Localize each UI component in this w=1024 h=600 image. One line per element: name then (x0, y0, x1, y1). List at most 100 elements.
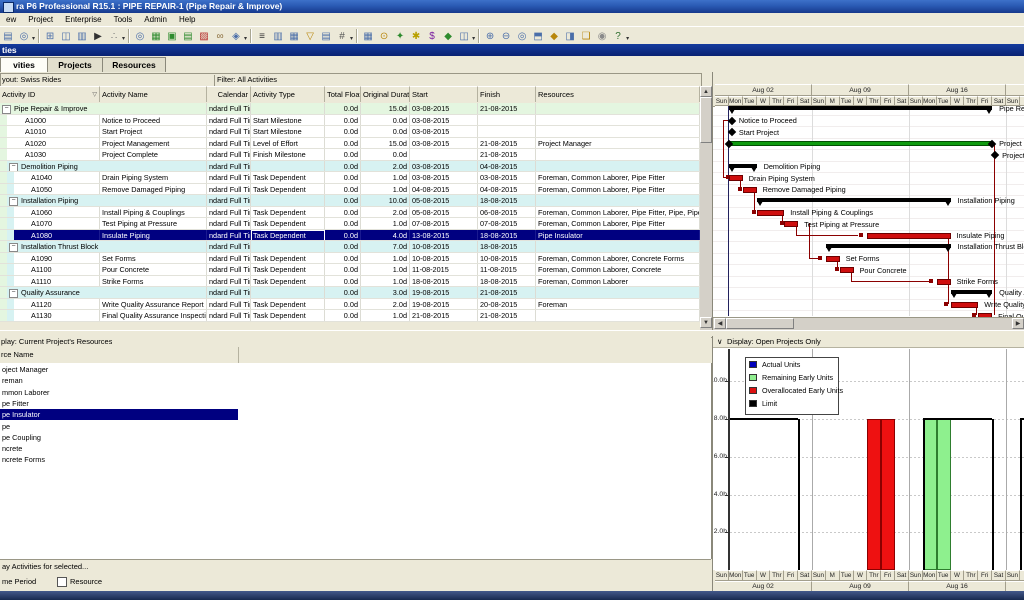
timescale-week[interactable]: Aug 02 (715, 581, 812, 591)
table-font-icon[interactable]: ▦ (287, 29, 302, 44)
histogram-bar[interactable] (881, 419, 895, 570)
table-row[interactable]: A1110Strike Formsndard Full TimeTask Dep… (0, 276, 700, 288)
link-activities-icon[interactable]: ∞ (213, 29, 228, 44)
resource-row[interactable]: reman (0, 375, 712, 386)
bars-icon[interactable]: ≡ (255, 29, 270, 44)
milestone-diamond-icon[interactable] (991, 151, 999, 159)
table-row[interactable]: Installation Thrust Blockndard Full Time… (0, 241, 700, 253)
table-row[interactable]: A1030Project Completendard Full TimeFini… (0, 149, 700, 161)
timescale-day[interactable]: Tue (743, 570, 757, 581)
gantt-task-bar[interactable] (743, 187, 757, 193)
column-header-finish[interactable]: Finish (478, 86, 536, 102)
menu-admin[interactable]: Admin (138, 15, 173, 24)
filter-icon[interactable]: ▽ (303, 29, 318, 44)
table-row[interactable]: A1000Notice to Proceedndard Full TimeSta… (0, 115, 700, 127)
table-row[interactable]: A1130Final Quality Assurance Inspectionn… (0, 310, 700, 322)
reports-icon[interactable]: ▤ (181, 29, 196, 44)
timescale-day[interactable]: Mon (729, 570, 743, 581)
menu-help[interactable]: Help (173, 15, 201, 24)
scroll-down-icon[interactable]: ▼ (700, 317, 712, 328)
timescale-day[interactable]: Sat (895, 96, 909, 106)
schedule-icon[interactable]: ▦ (361, 29, 376, 44)
expand-all-icon[interactable]: ◆ (547, 29, 562, 44)
columns-setup-icon[interactable]: ▥ (75, 29, 90, 44)
column-header-type[interactable]: Activity Type (251, 86, 325, 102)
sort-filter-icon[interactable]: ▽ (92, 87, 97, 102)
toolbar-group-more-icon[interactable]: ▾ (626, 35, 629, 42)
display-activities-bar[interactable]: ay Activities for selected... (0, 559, 711, 573)
level-resources-icon[interactable]: ✦ (393, 29, 408, 44)
number-icon[interactable]: # (335, 29, 350, 44)
menu-tools[interactable]: Tools (108, 15, 139, 24)
column-header-resources[interactable]: Resources (536, 86, 700, 102)
timescale-day[interactable]: Fri (784, 96, 798, 106)
timescale-day[interactable]: Thr (867, 96, 881, 106)
tab-vities[interactable]: vities (0, 57, 48, 73)
toolbar-group-more-icon[interactable]: ▾ (244, 35, 247, 42)
table-row[interactable]: Pipe Repair & Improvendard Full Time0.0d… (0, 103, 700, 115)
split-horizontal-icon[interactable]: ⬒ (531, 29, 546, 44)
timescale-day[interactable]: Mon (923, 570, 937, 581)
roles-icon[interactable]: ▣ (165, 29, 180, 44)
select-cursor-icon[interactable]: ▶ (91, 29, 106, 44)
timescale-day[interactable]: Thr (964, 570, 978, 581)
table-row[interactable]: Quality Assurancendard Full Time0.0d3.0d… (0, 287, 700, 299)
milestone-diamond-icon[interactable] (728, 116, 736, 124)
scroll-right-icon[interactable]: ▶ (1012, 318, 1024, 329)
timescale-day[interactable]: M (826, 96, 840, 106)
timescale-day[interactable]: Sun (909, 570, 923, 581)
timescale-day[interactable]: W (757, 570, 771, 581)
group-sort-icon[interactable]: ▤ (319, 29, 334, 44)
resource-row[interactable]: oject Manager (0, 364, 712, 375)
resource-row[interactable]: pe Insulator (0, 409, 238, 420)
table-row[interactable]: A1070Test Piping at Pressurendard Full T… (0, 218, 700, 230)
gantt-task-bar[interactable] (757, 210, 785, 216)
panels-icon[interactable]: ◫ (457, 29, 472, 44)
timescale-week[interactable]: Aug 09 (812, 84, 909, 96)
resource-row[interactable]: pe (0, 421, 712, 432)
tab-resources[interactable]: Resources (102, 57, 166, 72)
timescale-day[interactable]: Fri (978, 96, 992, 106)
gantt-task-bar[interactable] (826, 256, 840, 262)
zoom-in-icon[interactable]: ⊕ (483, 29, 498, 44)
resource-checkbox[interactable] (57, 577, 67, 587)
resource-row[interactable]: ncrete Forms (0, 454, 712, 465)
menu-ew[interactable]: ew (0, 15, 22, 24)
menu-enterprise[interactable]: Enterprise (59, 15, 107, 24)
timescale-day[interactable]: Sat (798, 570, 812, 581)
table-row[interactable]: A1080Insulate Pipingndard Full TimeTask … (0, 230, 700, 242)
timescale-week[interactable]: Aug 02 (715, 84, 812, 96)
timescale-day[interactable]: Fri (784, 570, 798, 581)
timescale-day[interactable]: M (826, 570, 840, 581)
timescale-day[interactable]: Fri (881, 96, 895, 106)
column-header-name[interactable]: Activity Name (100, 86, 207, 102)
timescale-day[interactable]: W (854, 570, 868, 581)
timescale-day[interactable]: Sat (992, 570, 1006, 581)
scrollbar-thumb[interactable] (700, 97, 712, 143)
zoom-100-icon[interactable]: ◎ (515, 29, 530, 44)
timescale-week[interactable] (1006, 84, 1024, 96)
scroll-up-icon[interactable]: ▲ (700, 86, 712, 97)
table-row[interactable]: A1020Project Managementndard Full TimeLe… (0, 138, 700, 150)
timescale-day[interactable]: Sun (909, 96, 923, 106)
timescale-day[interactable]: Sun (1006, 570, 1020, 581)
toolbar-group-more-icon[interactable]: ▾ (472, 35, 475, 42)
columns-dropdown-icon[interactable]: ▥ (271, 29, 286, 44)
table-row[interactable]: A1050Remove Damaged Pipingndard Full Tim… (0, 184, 700, 196)
resource-assign-icon[interactable]: ◆ (441, 29, 456, 44)
timescale-day[interactable]: Sun (715, 96, 729, 106)
window-layout-icon[interactable]: ◫ (59, 29, 74, 44)
activity-table-vertical-scrollbar[interactable]: ▲▼ (700, 86, 712, 330)
gantt-task-bar[interactable] (867, 233, 950, 239)
help-icon[interactable]: ? (611, 29, 626, 44)
gantt-task-bar[interactable] (784, 221, 798, 227)
timescale-day[interactable]: W (854, 96, 868, 106)
column-header-id[interactable]: Activity ID▽ (0, 86, 100, 102)
table-row[interactable]: A1060Install Piping & Couplingsndard Ful… (0, 207, 700, 219)
gantt-task-bar[interactable] (951, 302, 979, 308)
timescale-day[interactable]: W (951, 96, 965, 106)
split-vertical-icon[interactable]: ◨ (563, 29, 578, 44)
column-header-duration[interactable]: Original Duration (361, 86, 410, 102)
resource-row[interactable]: mmon Laborer (0, 387, 712, 398)
table-row[interactable]: A1100Pour Concretendard Full TimeTask De… (0, 264, 700, 276)
